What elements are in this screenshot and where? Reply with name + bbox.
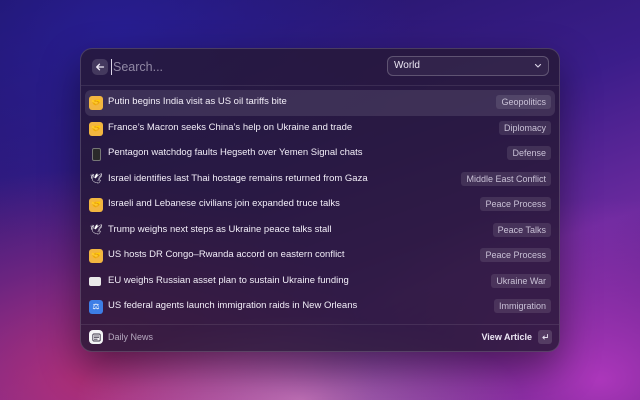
list-item[interactable]: 🕊 Trump weighs next steps as Ukraine pea… xyxy=(85,218,555,244)
category-dropdown[interactable]: World xyxy=(387,56,549,76)
text-cursor xyxy=(111,59,112,75)
newspaper-icon xyxy=(89,330,103,344)
back-button[interactable] xyxy=(92,59,108,75)
article-title: Putin begins India visit as US oil tarif… xyxy=(108,96,287,107)
category-tag: Peace Process xyxy=(480,248,551,262)
handshake-icon: 🤝 xyxy=(89,121,103,136)
search-input[interactable] xyxy=(111,57,353,77)
dove-icon: 🕊 xyxy=(89,224,103,236)
category-tag: Middle East Conflict xyxy=(461,171,551,186)
list-item[interactable]: 🤝 Israeli and Lebanese civilians join ex… xyxy=(85,192,555,218)
category-dropdown-value: World xyxy=(394,60,420,71)
dove-icon: 🕊 xyxy=(89,173,103,185)
article-title: Pentagon watchdog faults Hegseth over Ye… xyxy=(108,147,363,158)
article-title: Israel identifies last Thai hostage rema… xyxy=(108,172,368,184)
phone-icon xyxy=(92,148,101,161)
article-title: Israeli and Lebanese civilians join expa… xyxy=(108,198,340,209)
article-title: US hosts DR Congo–Rwanda accord on easte… xyxy=(108,249,345,260)
article-title: Trump weighs next steps as Ukraine peace… xyxy=(108,223,332,235)
chevron-down-icon xyxy=(534,63,542,68)
handshake-icon: 🤝 xyxy=(89,96,103,110)
flag-icon xyxy=(89,276,101,286)
list-item[interactable]: 🕊 Israel identifies last Thai hostage re… xyxy=(85,167,555,193)
article-list: 🤝 Putin begins India visit as US oil tar… xyxy=(85,90,555,320)
handshake-icon: 🤝 xyxy=(89,249,103,263)
view-article-button[interactable]: View Article xyxy=(481,332,532,342)
category-tag: Defense xyxy=(507,146,551,160)
category-tag: Diplomacy xyxy=(498,120,551,135)
enter-key-icon[interactable] xyxy=(538,330,552,344)
article-title: France’s Macron seeks China’s help on Uk… xyxy=(108,121,353,133)
justice-icon: ⚖ xyxy=(89,300,103,314)
list-item[interactable]: EU weighs Russian asset plan to sustain … xyxy=(85,269,555,295)
list-item[interactable]: 🤝 France’s Macron seeks China’s help on … xyxy=(85,116,555,142)
list-item[interactable]: Pentagon watchdog faults Hegseth over Ye… xyxy=(85,141,555,167)
category-tag: Peace Process xyxy=(480,197,551,211)
launcher-window: World 🤝 Putin begins India visit as US o… xyxy=(80,48,560,352)
article-title: EU weighs Russian asset plan to sustain … xyxy=(108,274,349,286)
search-bar: World xyxy=(81,49,559,86)
list-item[interactable]: 🤝 US hosts DR Congo–Rwanda accord on eas… xyxy=(85,243,555,269)
article-title: US federal agents launch immigration rai… xyxy=(108,300,358,311)
category-tag: Peace Talks xyxy=(492,222,551,237)
app-name: Daily News xyxy=(108,332,154,342)
arrow-left-icon xyxy=(96,63,105,71)
list-item[interactable]: 🤝 Putin begins India visit as US oil tar… xyxy=(85,90,555,116)
list-item[interactable]: ⚖ US federal agents launch immigration r… xyxy=(85,294,555,320)
category-tag: Geopolitics xyxy=(496,95,551,109)
action-bar: Daily News View Article xyxy=(81,324,559,351)
handshake-icon: 🤝 xyxy=(89,198,103,212)
category-tag: Immigration xyxy=(493,299,551,313)
category-tag: Ukraine War xyxy=(491,273,551,288)
